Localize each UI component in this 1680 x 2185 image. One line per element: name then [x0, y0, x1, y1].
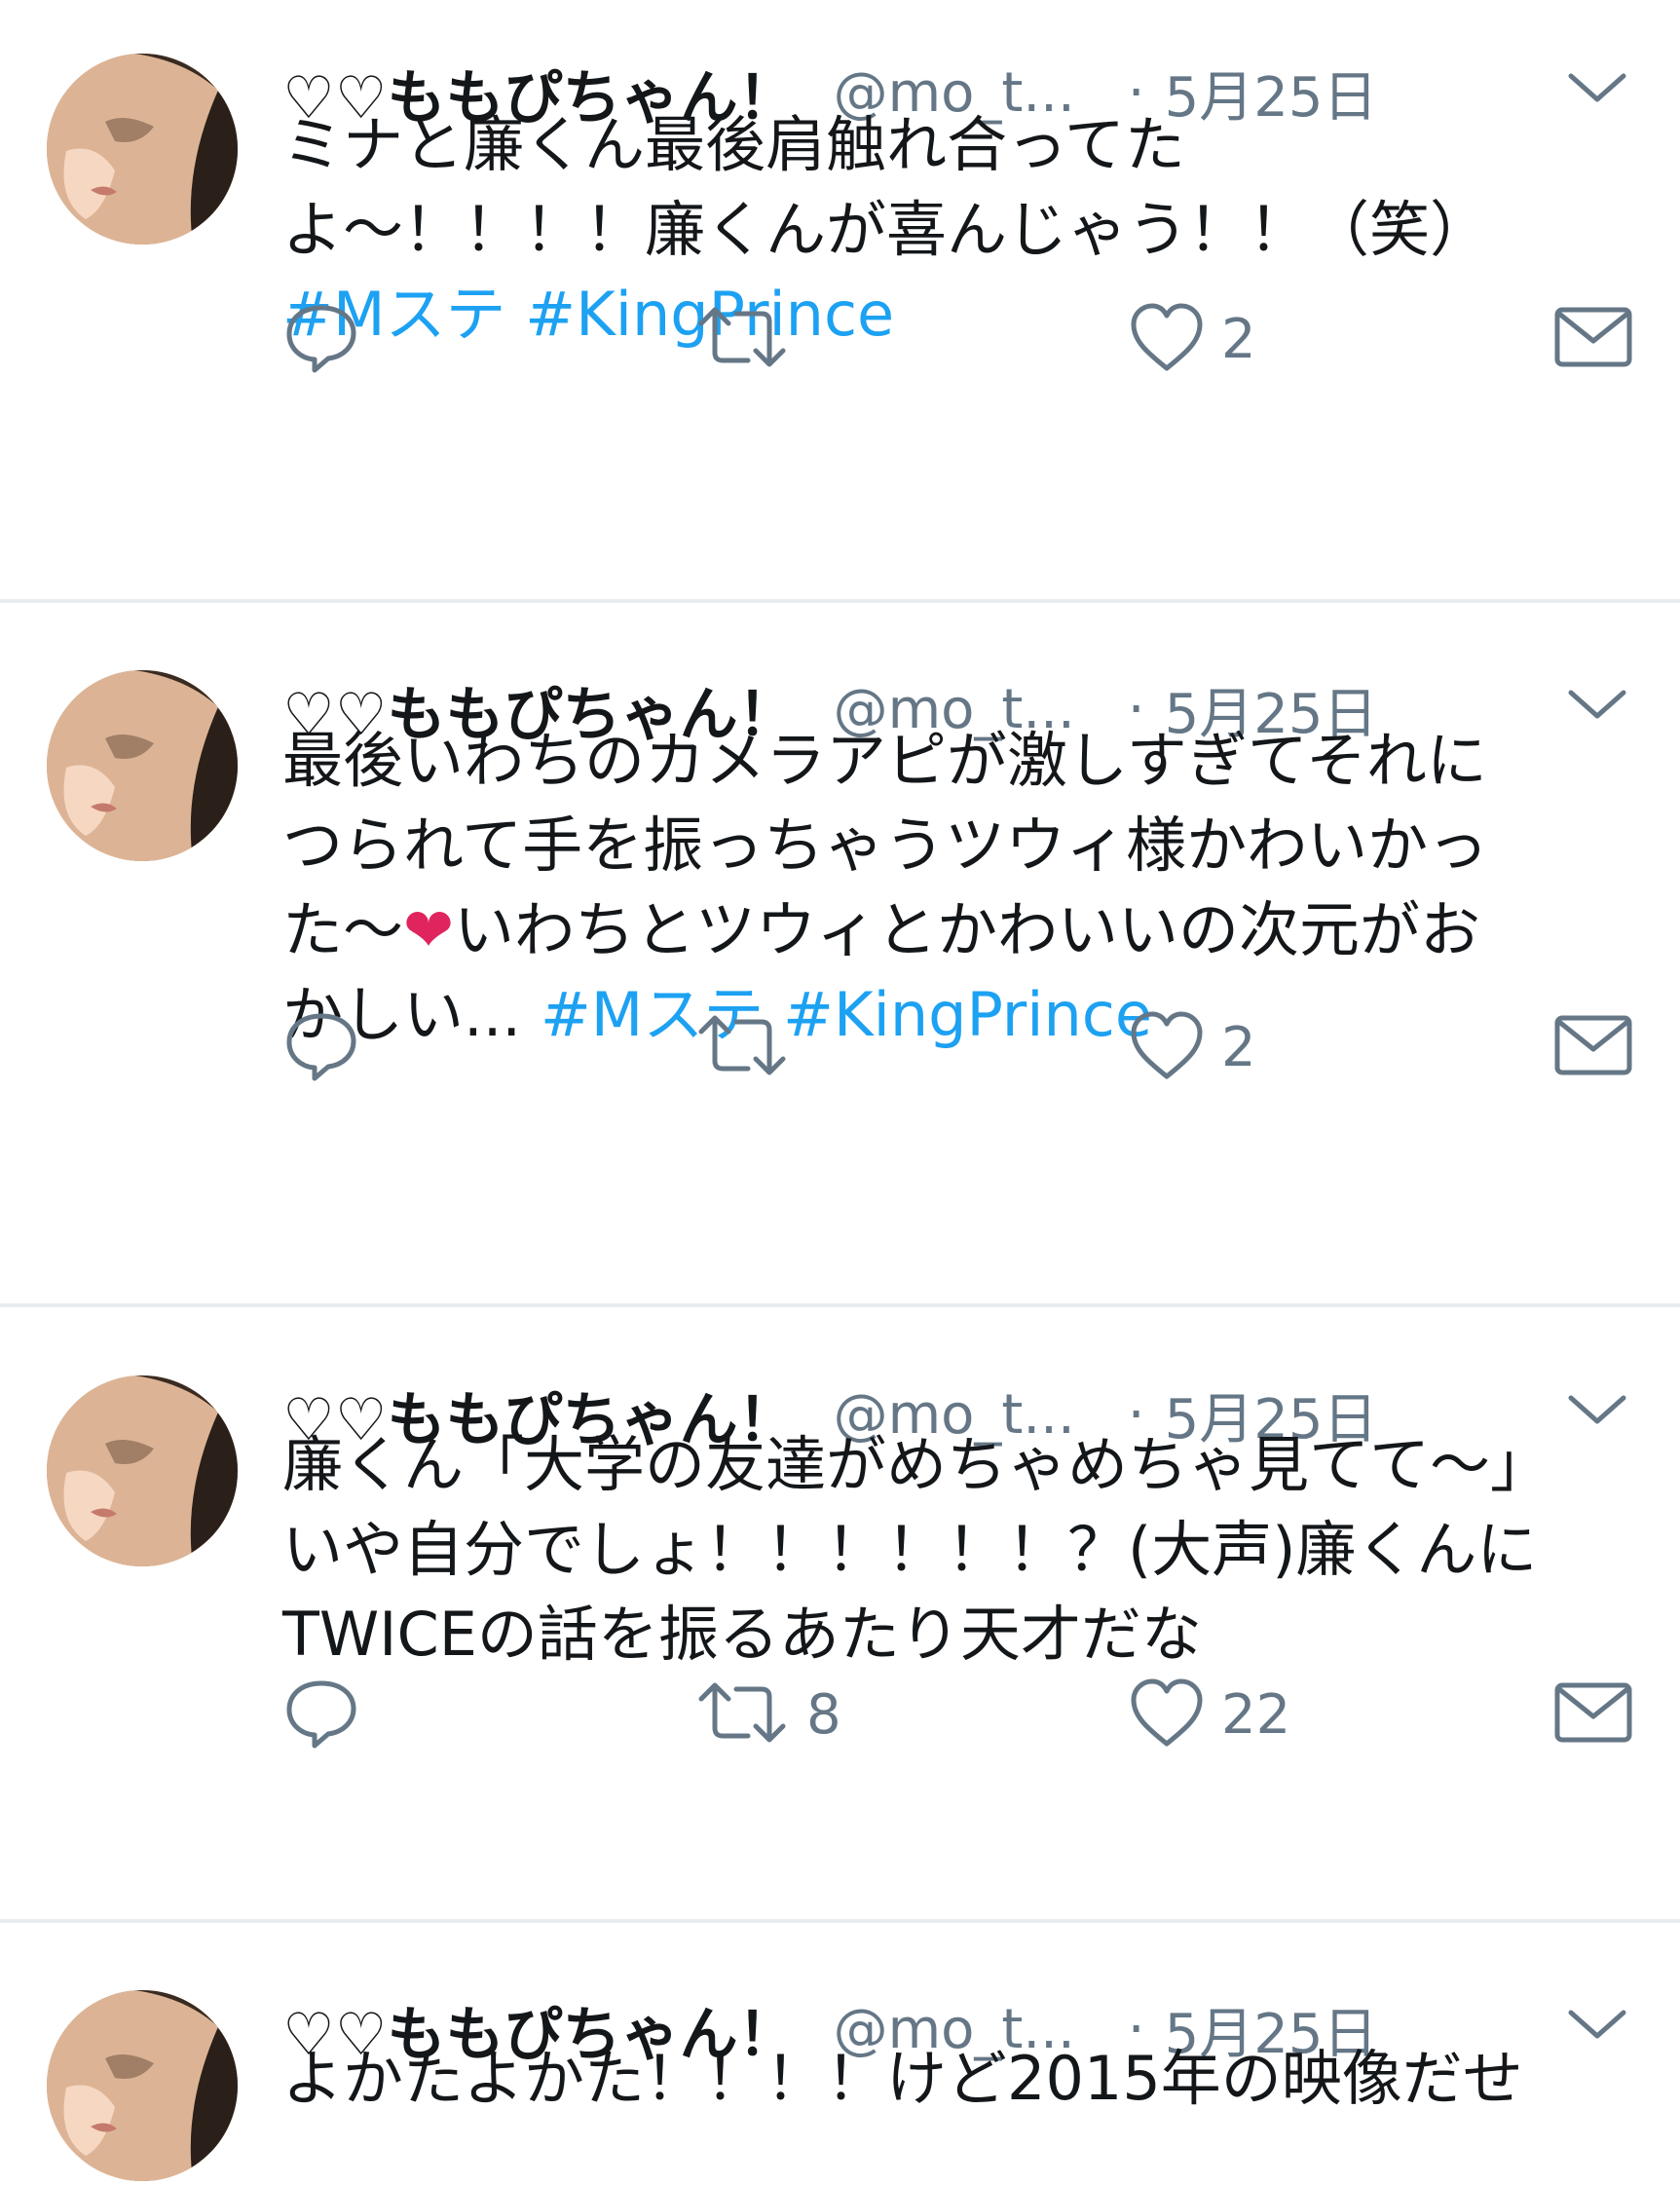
direct-message-button[interactable]: [1553, 1671, 1633, 1758]
tweet-divider: [0, 1303, 1680, 1307]
like-count: 22: [1221, 1682, 1291, 1747]
tweet-text-line: ミナと廉くん最後肩触れ合ってた: [282, 102, 1646, 187]
tweet-actions: 8 22: [282, 1671, 1636, 1758]
heart-emoji: ❤: [403, 894, 454, 965]
tweet-actions: 2: [282, 295, 1636, 383]
reply-icon: [282, 1006, 360, 1088]
retweet-button[interactable]: [693, 295, 806, 383]
reply-icon: [282, 1674, 360, 1755]
retweet-icon: [693, 298, 791, 380]
text-segment: た〜: [282, 894, 404, 965]
retweet-button[interactable]: [693, 1003, 806, 1091]
retweet-icon: [693, 1006, 791, 1088]
direct-message-button[interactable]: [1553, 1003, 1633, 1091]
tweet-text-line: TWICEの話を振るあたり天才だな: [282, 1592, 1646, 1676]
tweet-text-line: た〜❤いわちとツウィとかわいいの次元がお: [282, 887, 1646, 972]
retweet-button[interactable]: 8: [693, 1671, 841, 1758]
text-segment: よかたよかた！！！！けど2015年の映像だせ: [282, 2043, 1523, 2114]
reply-button[interactable]: [282, 1671, 376, 1758]
text-segment: TWICEの話を振るあたり天才だな: [282, 1599, 1202, 1670]
avatar[interactable]: [47, 1375, 238, 1566]
avatar[interactable]: [47, 670, 238, 861]
text-segment: ミナと廉くん最後肩触れ合ってた: [282, 109, 1185, 180]
like-count: 2: [1221, 1015, 1256, 1079]
tweet-text: 廉くん「大学の友達がめちゃめちゃ見てて〜」 いや自分でしょ！！！！！！？(大声)廉…: [282, 1422, 1646, 1676]
tweet-text-line: 廉くん「大学の友達がめちゃめちゃ見てて〜」: [282, 1422, 1646, 1507]
tweet-text-line: いや自分でしょ！！！！！！？(大声)廉くんに: [282, 1507, 1646, 1592]
tweet-text: よかたよかた！！！！けど2015年の映像だせ: [282, 2036, 1646, 2121]
avatar[interactable]: [47, 54, 238, 245]
retweet-icon: [693, 1674, 791, 1755]
heart-icon: [1128, 298, 1206, 380]
heart-icon: [1128, 1674, 1206, 1755]
tweet-divider: [0, 599, 1680, 603]
text-segment: いわちとツウィとかわいいの次元がお: [453, 894, 1480, 965]
tweet-text-line: 最後いわちのカメラアピが激しすぎてそれに: [282, 718, 1646, 803]
retweet-count: 8: [806, 1682, 841, 1747]
envelope-icon: [1553, 1006, 1633, 1088]
text-segment: 廉くん「大学の友達がめちゃめちゃ見てて〜」: [282, 1429, 1551, 1500]
envelope-icon: [1553, 1674, 1633, 1755]
like-button[interactable]: 2: [1128, 1003, 1256, 1091]
tweet-actions: 2: [282, 1003, 1636, 1091]
reply-button[interactable]: [282, 1003, 376, 1091]
reply-button[interactable]: [282, 295, 376, 383]
text-segment: つられて手を振っちゃうツウィ様かわいかっ: [282, 810, 1489, 881]
like-button[interactable]: 22: [1128, 1671, 1290, 1758]
like-button[interactable]: 2: [1128, 295, 1256, 383]
reply-icon: [282, 298, 360, 380]
text-segment: よ〜！！！！廉くんが喜んじゃう！！（笑）: [282, 194, 1491, 265]
like-count: 2: [1221, 307, 1256, 371]
avatar[interactable]: [47, 1990, 238, 2181]
tweet-text-line: よ〜！！！！廉くんが喜んじゃう！！（笑）: [282, 187, 1646, 272]
heart-icon: [1128, 1006, 1206, 1088]
text-segment: いや自分でしょ！！！！！！？(大声)廉くんに: [282, 1514, 1538, 1585]
text-segment: 最後いわちのカメラアピが激しすぎてそれに: [282, 725, 1487, 796]
tweet-divider: [0, 1919, 1680, 1923]
envelope-icon: [1553, 298, 1633, 380]
direct-message-button[interactable]: [1553, 295, 1633, 383]
tweet-text-line: よかたよかた！！！！けど2015年の映像だせ: [282, 2036, 1646, 2121]
tweet-text-line: つられて手を振っちゃうツウィ様かわいかっ: [282, 803, 1646, 887]
